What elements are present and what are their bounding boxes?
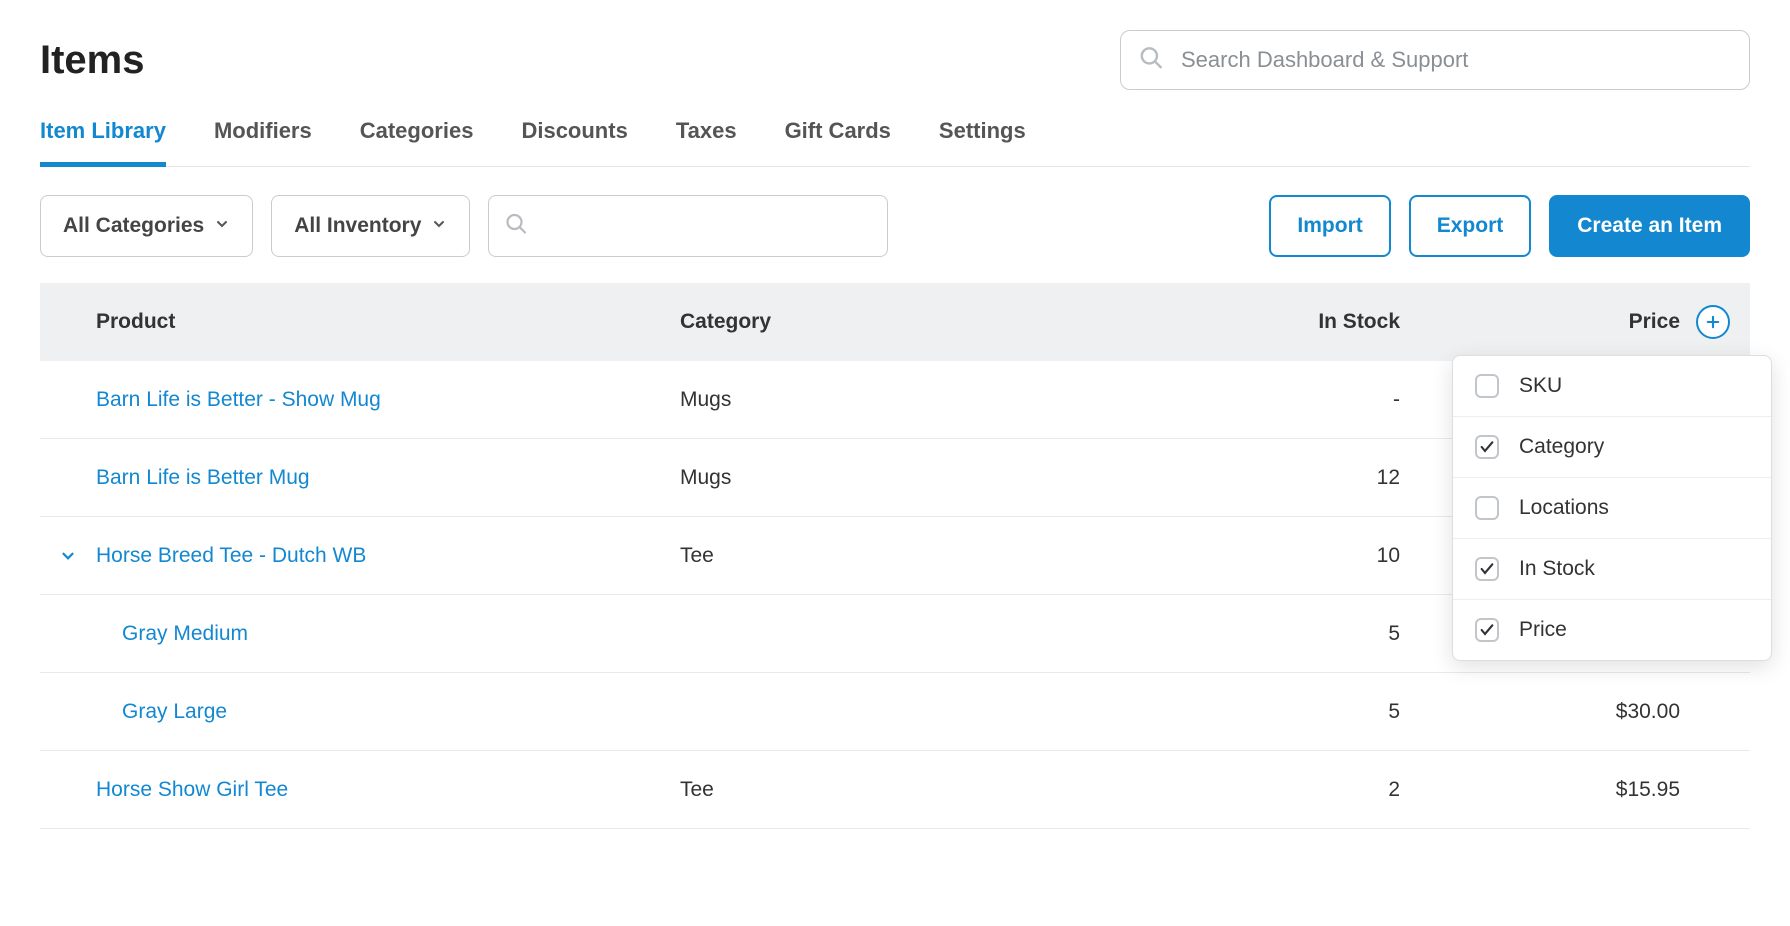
column-option-label: Price — [1519, 618, 1567, 642]
tab-taxes[interactable]: Taxes — [676, 118, 737, 166]
checkbox-checked-icon — [1475, 435, 1499, 459]
column-option-label: SKU — [1519, 374, 1562, 398]
filter-category-dropdown[interactable]: All Categories — [40, 195, 253, 257]
product-link[interactable]: Horse Breed Tee - Dutch WB — [96, 544, 680, 568]
product-link[interactable]: Barn Life is Better Mug — [96, 466, 680, 490]
price-cell: $15.95 — [1440, 778, 1680, 802]
tab-modifiers[interactable]: Modifiers — [214, 118, 312, 166]
page-title: Items — [40, 38, 145, 83]
checkbox-unchecked-icon — [1475, 374, 1499, 398]
stock-cell: - — [1060, 388, 1440, 412]
tab-item-library[interactable]: Item Library — [40, 118, 166, 166]
product-link[interactable]: Horse Show Girl Tee — [96, 778, 680, 802]
filter-search-input[interactable] — [488, 195, 888, 257]
filter-inventory-dropdown[interactable]: All Inventory — [271, 195, 470, 257]
stock-cell: 5 — [1060, 622, 1440, 646]
expand-toggle[interactable] — [40, 547, 96, 565]
search-icon — [1138, 45, 1164, 76]
table-row: Gray Large 5$30.00 — [40, 673, 1750, 751]
search-icon — [504, 212, 528, 241]
global-search-wrap — [1120, 30, 1750, 90]
column-chooser-menu: SKU Category Locations In Stock Price — [1452, 355, 1772, 661]
col-header-in-stock: In Stock — [1060, 310, 1440, 334]
page-header: Items — [40, 30, 1750, 90]
stock-cell: 12 — [1060, 466, 1440, 490]
chevron-down-icon — [214, 214, 230, 238]
col-header-price: Price — [1440, 310, 1680, 334]
filter-search-wrap — [488, 195, 888, 257]
table-header: Product Category In Stock Price — [40, 283, 1750, 361]
column-option-in-stock[interactable]: In Stock — [1453, 539, 1771, 600]
product-link[interactable]: Gray Medium — [96, 622, 680, 646]
tab-gift-cards[interactable]: Gift Cards — [785, 118, 891, 166]
category-cell: Tee — [680, 544, 1060, 568]
column-option-label: Category — [1519, 435, 1604, 459]
checkbox-unchecked-icon — [1475, 496, 1499, 520]
export-button[interactable]: Export — [1409, 195, 1532, 257]
category-cell: Mugs — [680, 388, 1060, 412]
filter-category-label: All Categories — [63, 214, 204, 238]
global-search-input[interactable] — [1120, 30, 1750, 90]
col-header-product: Product — [96, 310, 680, 334]
column-option-sku[interactable]: SKU — [1453, 356, 1771, 417]
stock-cell: 2 — [1060, 778, 1440, 802]
create-item-button[interactable]: Create an Item — [1549, 195, 1750, 257]
stock-cell: 5 — [1060, 700, 1440, 724]
toolbar: All Categories All Inventory Import Expo… — [40, 195, 1750, 257]
tabs-bar: Item Library Modifiers Categories Discounts… — [40, 118, 1750, 167]
checkbox-checked-icon — [1475, 618, 1499, 642]
tab-categories[interactable]: Categories — [360, 118, 474, 166]
column-option-category[interactable]: Category — [1453, 417, 1771, 478]
category-cell: Mugs — [680, 466, 1060, 490]
col-header-category: Category — [680, 310, 1060, 334]
tab-discounts[interactable]: Discounts — [521, 118, 627, 166]
column-option-price[interactable]: Price — [1453, 600, 1771, 660]
add-column-button[interactable] — [1696, 305, 1730, 339]
price-cell: $30.00 — [1440, 700, 1680, 724]
filter-inventory-label: All Inventory — [294, 214, 421, 238]
checkbox-checked-icon — [1475, 557, 1499, 581]
table-row: Horse Show Girl TeeTee2$15.95 — [40, 751, 1750, 829]
import-button[interactable]: Import — [1269, 195, 1390, 257]
column-option-label: In Stock — [1519, 557, 1595, 581]
column-option-locations[interactable]: Locations — [1453, 478, 1771, 539]
items-table: Product Category In Stock Price Barn Lif… — [40, 283, 1750, 829]
tab-settings[interactable]: Settings — [939, 118, 1026, 166]
product-link[interactable]: Barn Life is Better - Show Mug — [96, 388, 680, 412]
stock-cell: 10 — [1060, 544, 1440, 568]
category-cell: Tee — [680, 778, 1060, 802]
column-option-label: Locations — [1519, 496, 1609, 520]
product-link[interactable]: Gray Large — [96, 700, 680, 724]
chevron-down-icon — [431, 214, 447, 238]
